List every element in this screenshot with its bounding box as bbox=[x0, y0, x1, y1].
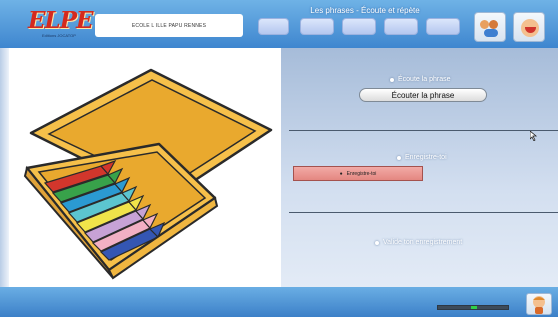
logo-text: ELPE bbox=[28, 7, 94, 34]
record-caption: Enregistre-toi bbox=[405, 154, 447, 161]
record-button-label: Enregistre-toi bbox=[346, 170, 377, 177]
speak-button[interactable] bbox=[513, 12, 545, 42]
bullet-icon bbox=[390, 77, 394, 82]
step-tab-3[interactable] bbox=[342, 18, 376, 35]
children-button[interactable] bbox=[474, 12, 506, 42]
step-tab-4[interactable] bbox=[384, 18, 418, 35]
helper-character-icon bbox=[533, 296, 545, 314]
step-tab-1[interactable] bbox=[258, 18, 289, 35]
helper-button[interactable] bbox=[526, 293, 552, 315]
validate-caption-row: Valide ton enregistrement bbox=[375, 239, 462, 246]
record-icon: ● bbox=[339, 170, 343, 177]
page-title: Les phrases - Écoute et répète bbox=[310, 6, 420, 15]
progress-bar bbox=[437, 305, 509, 310]
divider bbox=[289, 212, 558, 213]
mouse-cursor-icon bbox=[529, 128, 538, 146]
picture-panel bbox=[9, 48, 281, 287]
logo-subtitle: Editions JOCATOP bbox=[42, 33, 76, 38]
record-caption-row: Enregistre-toi bbox=[397, 154, 447, 161]
bullet-icon bbox=[397, 155, 401, 160]
progress-indicator bbox=[471, 306, 477, 309]
crayon-box-illustration bbox=[23, 68, 273, 280]
validate-caption: Valide ton enregistrement bbox=[383, 239, 463, 246]
school-name: ECOLE L ILLE PAPU RENNES bbox=[95, 14, 243, 37]
listen-caption-row: Écoute la phrase bbox=[390, 76, 451, 83]
bullet-icon bbox=[375, 240, 379, 245]
listen-caption: Écoute la phrase bbox=[398, 76, 451, 83]
elpe-logo: ELPE Editions JOCATOP bbox=[10, 5, 94, 43]
listen-button[interactable]: Écouter la phrase bbox=[359, 88, 487, 102]
divider bbox=[289, 130, 558, 131]
record-button[interactable]: ● Enregistre-toi bbox=[293, 166, 423, 181]
step-tab-5[interactable] bbox=[426, 18, 460, 35]
footer-bar bbox=[0, 287, 558, 317]
step-tab-2[interactable] bbox=[300, 18, 334, 35]
left-edge bbox=[0, 48, 9, 287]
